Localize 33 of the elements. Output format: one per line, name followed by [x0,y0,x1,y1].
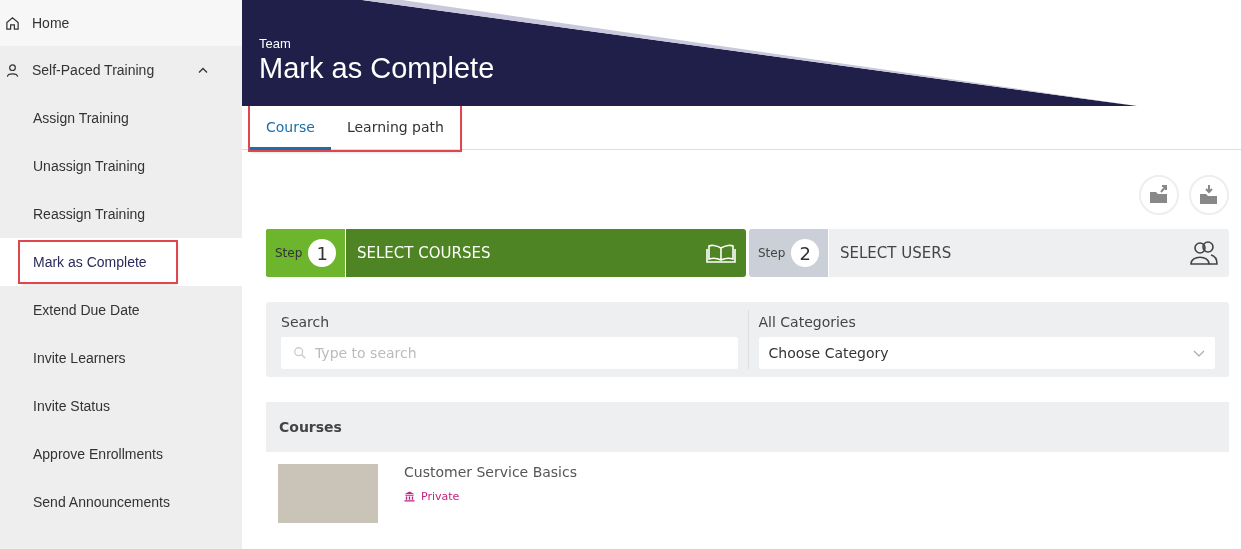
page-title: Mark as Complete [259,51,496,85]
search-label: Search [281,314,331,330]
bank-icon [404,491,415,502]
visibility-label: Private [421,490,460,503]
category-dropdown[interactable]: Choose Category [758,337,1215,369]
section-title: Courses [279,419,342,435]
course-title[interactable]: Customer Service Basics [404,464,577,480]
header-subtitle: Team [259,36,292,51]
sidebar-item[interactable]: Reassign Training [0,190,242,238]
category-label: All Categories [758,314,857,330]
sidebar-item[interactable]: Invite Status [0,382,242,430]
sidebar-item[interactable]: Self-Paced Training [0,46,242,94]
sidebar-item[interactable]: Mark as Complete [0,238,242,286]
home-icon [5,15,20,31]
search-icon [293,346,307,360]
sidebar-item[interactable]: Home [0,0,242,46]
sidebar-item[interactable]: Send Announcements [0,478,242,526]
sidebar-item[interactable]: Unassign Training [0,142,242,190]
person-icon [5,62,20,78]
tab[interactable]: Learning path [330,106,460,150]
upload-folder-button[interactable] [1139,175,1179,215]
sidebar-item[interactable]: Approve Enrollments [0,430,242,478]
sidebar-item[interactable]: Extend Due Date [0,286,242,334]
step-tab[interactable]: Step 1 SELECT COURSES [266,229,746,277]
search-field[interactable]: Type to search [281,337,738,369]
chevron-down-icon [1193,349,1205,357]
sidebar-item[interactable]: Assign Training [0,94,242,142]
book-icon [706,243,736,263]
tab[interactable]: Course [250,106,331,150]
sidebar-item[interactable]: Invite Learners [0,334,242,382]
users-icon [1189,240,1219,266]
download-folder-button[interactable] [1189,175,1229,215]
step-tab[interactable]: Step 2 SELECT USERS [749,229,1229,277]
